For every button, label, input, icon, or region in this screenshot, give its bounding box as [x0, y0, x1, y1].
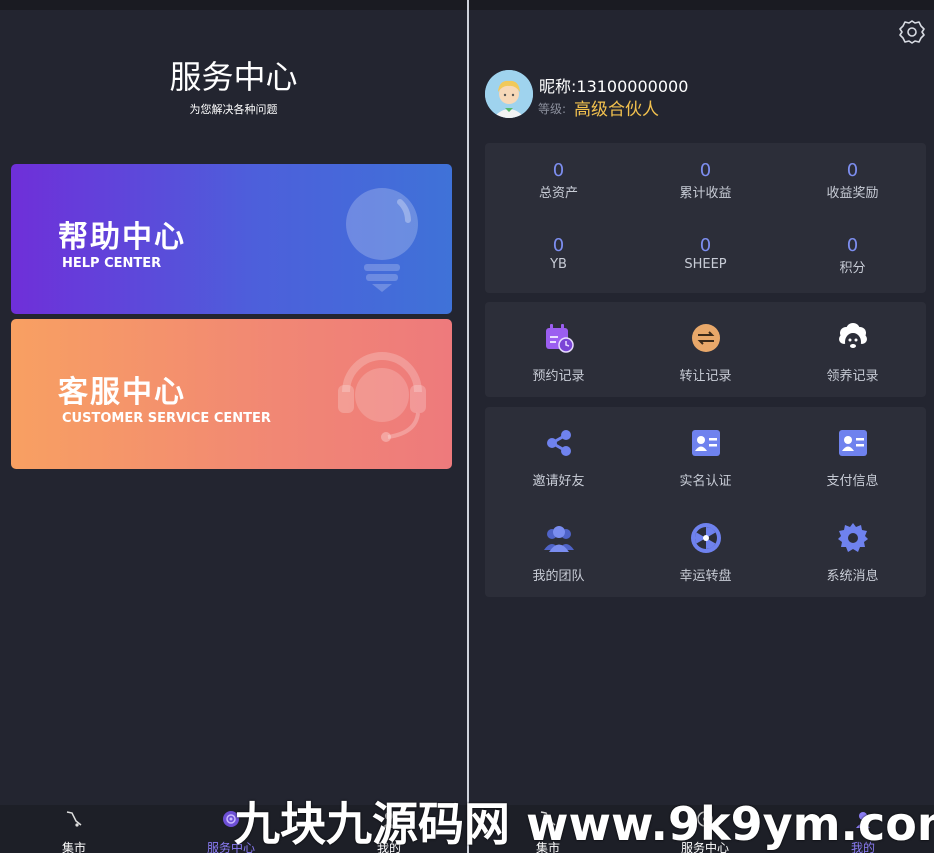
bottom-tab-bar: 集市 服务中心 我的 [0, 805, 467, 853]
stat-value: 0 [699, 160, 712, 181]
system-messages-button[interactable]: 系统消息 [779, 522, 926, 584]
stat-label: 积分 [839, 261, 866, 276]
real-name-verification-button[interactable]: 实名认证 [632, 427, 779, 489]
tab-mine[interactable]: 我的 [329, 809, 449, 853]
tab-service-center[interactable]: 服务中心 [171, 809, 291, 853]
service-icon [223, 811, 239, 827]
stat-value: 0 [552, 160, 565, 181]
stat-label: SHEEP [684, 257, 727, 272]
customer-service-title: 客服中心 [58, 375, 186, 410]
lightbulb-icon [346, 188, 418, 292]
tile-label: 邀请好友 [532, 474, 585, 489]
profile-screen: 昵称:13100000000 等级: 高级合伙人 0 总资产 0 累计收益 0 … [469, 0, 934, 853]
customer-service-subtitle: CUSTOMER SERVICE CENTER [62, 411, 271, 426]
share-icon [546, 430, 571, 456]
stat-value: 0 [699, 235, 712, 256]
tab-market[interactable]: 集市 [488, 809, 608, 853]
tab-label: 我的 [850, 841, 875, 853]
avatar-image [485, 70, 533, 118]
tile-label: 我的团队 [532, 569, 585, 584]
stat-earnings-reward[interactable]: 0 收益奖励 [779, 160, 926, 201]
tab-label: 服务中心 [680, 841, 729, 853]
stat-yb[interactable]: 0 YB [485, 235, 632, 272]
wheel-icon [690, 523, 721, 553]
help-center-subtitle: HELP CENTER [62, 256, 162, 271]
help-center-card[interactable]: 帮助中心 HELP CENTER [11, 164, 452, 314]
tab-label: 集市 [535, 841, 560, 853]
my-team-button[interactable]: 我的团队 [485, 522, 632, 584]
stat-cumulative-earnings[interactable]: 0 累计收益 [632, 160, 779, 201]
lucky-wheel-button[interactable]: 幸运转盘 [632, 522, 779, 584]
market-icon [66, 811, 82, 827]
stat-points[interactable]: 0 积分 [779, 235, 926, 276]
stat-sheep[interactable]: 0 SHEEP [632, 235, 779, 272]
transfer-records-button[interactable]: 转让记录 [632, 322, 779, 384]
payment-card-icon [838, 430, 867, 456]
service-icon [697, 811, 713, 827]
gear-icon [837, 523, 868, 552]
settings-gear-icon[interactable] [899, 19, 925, 45]
service-center-screen: 服务中心 为您解决各种问题 帮助中心 HELP CENTER 客服中心 CUST… [0, 0, 467, 853]
sheep-icon [838, 323, 867, 351]
tab-label: 我的 [376, 841, 401, 853]
transfer-icon [691, 324, 720, 352]
stat-label: 累计收益 [679, 186, 732, 201]
avatar[interactable] [485, 70, 533, 118]
level-value: 高级合伙人 [574, 100, 659, 120]
adoption-records-button[interactable]: 领养记录 [779, 322, 926, 384]
tile-label: 幸运转盘 [679, 569, 732, 584]
stat-label: YB [550, 257, 567, 272]
invite-friends-button[interactable]: 邀请好友 [485, 427, 632, 489]
customer-service-card[interactable]: 客服中心 CUSTOMER SERVICE CENTER [11, 319, 452, 469]
tab-market[interactable]: 集市 [14, 809, 134, 853]
features-panel: 邀请好友 实名认证 支付信息 我的团队 幸运转盘 系统消息 [485, 407, 926, 597]
stat-total-assets[interactable]: 0 总资产 [485, 160, 632, 201]
stat-value: 0 [846, 235, 859, 256]
nickname: 昵称:13100000000 [539, 77, 689, 96]
tile-label: 支付信息 [826, 474, 879, 489]
page-subtitle: 为您解决各种问题 [189, 103, 278, 116]
status-bar [0, 0, 467, 10]
stat-label: 收益奖励 [826, 186, 879, 201]
payment-info-button[interactable]: 支付信息 [779, 427, 926, 489]
stat-label: 总资产 [538, 186, 578, 201]
reservation-records-button[interactable]: 预约记录 [485, 322, 632, 384]
level-label: 等级: [538, 102, 567, 116]
tab-label: 集市 [61, 841, 86, 853]
stat-value: 0 [552, 235, 565, 256]
team-icon [543, 526, 574, 552]
tab-mine[interactable]: 我的 [803, 809, 923, 853]
tile-label: 转让记录 [679, 369, 732, 384]
user-icon [382, 812, 396, 828]
tile-label: 领养记录 [826, 369, 879, 384]
stat-value: 0 [846, 160, 859, 181]
records-panel: 预约记录 转让记录 领养记录 [485, 302, 926, 397]
tile-label: 实名认证 [679, 474, 732, 489]
tile-label: 系统消息 [826, 569, 879, 584]
tab-label: 服务中心 [206, 841, 255, 853]
user-icon [856, 812, 870, 828]
tile-label: 预约记录 [532, 369, 585, 384]
status-bar [469, 0, 934, 10]
help-center-title: 帮助中心 [58, 220, 186, 255]
market-icon [540, 811, 556, 827]
calendar-icon [545, 324, 574, 353]
bottom-tab-bar: 集市 服务中心 我的 [469, 805, 934, 853]
page-title: 服务中心 [169, 58, 298, 96]
id-card-icon [691, 430, 720, 456]
tab-service-center[interactable]: 服务中心 [645, 809, 765, 853]
assets-panel: 0 总资产 0 累计收益 0 收益奖励 0 YB 0 SHEEP 0 积分 [485, 143, 926, 293]
headset-agent-icon [338, 352, 426, 442]
